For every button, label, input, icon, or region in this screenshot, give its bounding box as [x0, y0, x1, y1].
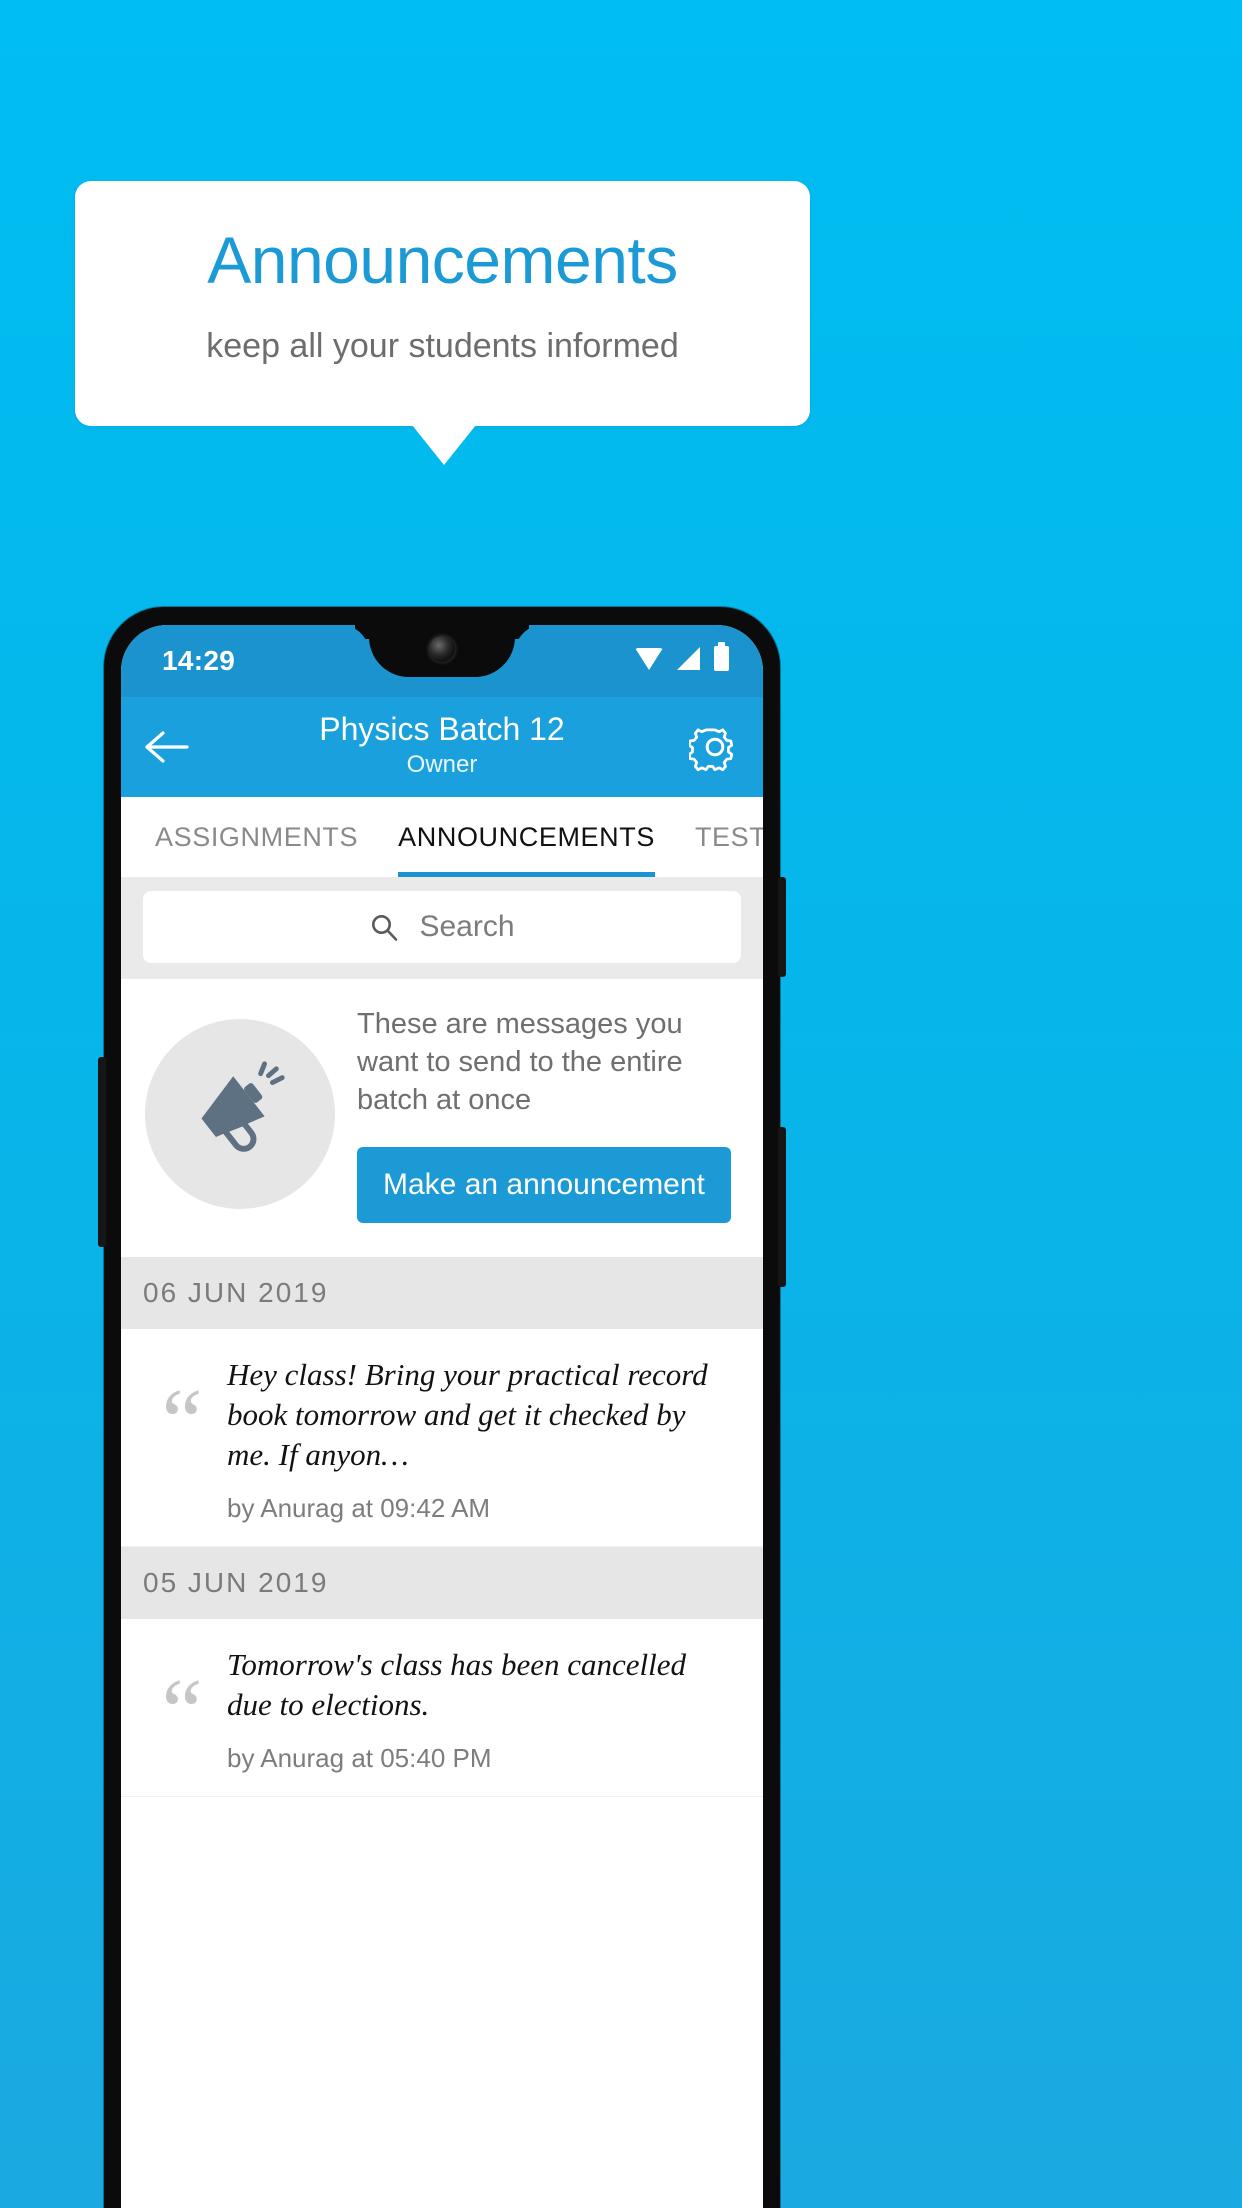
- announcement-list-item[interactable]: “ Hey class! Bring your practical record…: [121, 1329, 763, 1547]
- quote-mark-icon: “: [161, 1660, 203, 1762]
- date-header: 06 JUN 2019: [121, 1257, 763, 1329]
- megaphone-icon: [186, 1058, 294, 1171]
- tab-label: ASSIGNMENTS: [155, 821, 359, 852]
- status-bar-clock: 14:29: [162, 645, 236, 676]
- search-placeholder: Search: [419, 910, 515, 943]
- status-bar: 14:29: [121, 625, 763, 697]
- tab-label: ANNOUNCEMENTS: [398, 821, 655, 852]
- signal-icon: [677, 647, 700, 670]
- gear-icon[interactable]: [687, 721, 741, 773]
- app-bar: Physics Batch 12 Owner: [121, 697, 763, 797]
- callout-tail: [412, 425, 476, 465]
- search-icon: [369, 912, 399, 942]
- wifi-icon: [635, 647, 663, 670]
- promo-description: These are messages you want to send to t…: [357, 1008, 683, 1116]
- tab-announcements[interactable]: ANNOUNCEMENTS: [398, 797, 655, 877]
- phone-device-frame: 14:29 Physics Batch 12 Owner ASSIGNMENTS…: [98, 607, 786, 2208]
- announcement-text: Tomorrow's class has been cancelled due …: [227, 1647, 686, 1722]
- announcement-list-item[interactable]: “ Tomorrow's class has been cancelled du…: [121, 1619, 763, 1797]
- quote-mark-icon: “: [161, 1370, 203, 1472]
- announcement-promo-card: These are messages you want to send to t…: [121, 979, 763, 1257]
- volume-button: [98, 1057, 106, 1247]
- promo-callout-card: Announcements keep all your students inf…: [75, 181, 810, 426]
- search-input[interactable]: Search: [143, 891, 741, 963]
- app-store-screenshot: Announcements keep all your students inf…: [0, 0, 1242, 2208]
- megaphone-icon-circle: [145, 1019, 335, 1209]
- tab-bar: ASSIGNMENTS ANNOUNCEMENTS TESTS V: [121, 797, 763, 877]
- display-notch: [369, 625, 515, 677]
- promo-subtitle: keep all your students informed: [206, 327, 679, 365]
- announcement-body: Hey class! Bring your practical record b…: [227, 1355, 737, 1524]
- tab-tests[interactable]: TESTS: [695, 797, 763, 877]
- tab-assignments[interactable]: ASSIGNMENTS: [155, 797, 358, 877]
- make-announcement-button[interactable]: Make an announcement: [357, 1147, 731, 1223]
- page-title: Physics Batch 12: [319, 711, 565, 747]
- promo-card-body: These are messages you want to send to t…: [349, 1005, 739, 1223]
- assistant-button: [778, 1127, 786, 1287]
- date-header: 05 JUN 2019: [121, 1547, 763, 1619]
- power-button: [778, 877, 786, 977]
- phone-screen: 14:29 Physics Batch 12 Owner ASSIGNMENTS…: [121, 625, 763, 2208]
- search-section: Search: [121, 877, 763, 979]
- announcement-meta: by Anurag at 05:40 PM: [227, 1743, 492, 1773]
- announcement-meta: by Anurag at 09:42 AM: [227, 1493, 491, 1523]
- announcement-body: Tomorrow's class has been cancelled due …: [227, 1645, 737, 1774]
- tab-label: TESTS: [694, 821, 763, 852]
- battery-icon: [714, 642, 729, 671]
- promo-title: Announcements: [207, 223, 678, 297]
- status-bar-icons: [635, 642, 729, 671]
- announcement-text: Hey class! Bring your practical record b…: [227, 1357, 708, 1472]
- front-camera: [429, 636, 455, 662]
- page-subtitle-role: Owner: [406, 751, 478, 778]
- app-bar-titles: Physics Batch 12 Owner: [121, 709, 763, 781]
